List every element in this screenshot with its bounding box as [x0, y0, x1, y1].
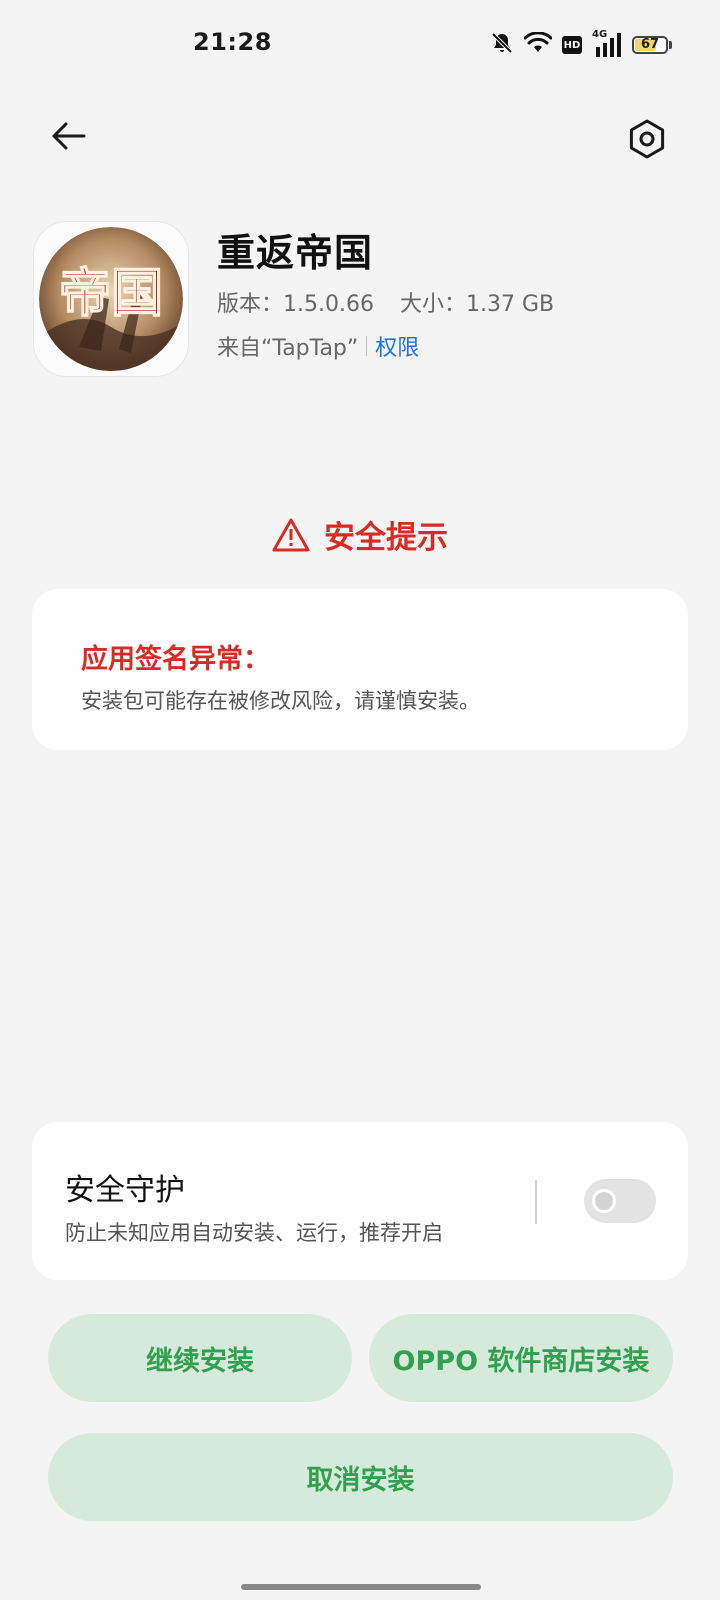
wifi-icon: [523, 31, 553, 58]
app-meta: 版本：1.5.0.66 大小：1.37 GB: [217, 286, 554, 318]
app-source-row: 来自“TapTap” 权限: [217, 330, 419, 362]
arrow-left-icon: [52, 122, 86, 150]
source-divider: [366, 336, 368, 356]
settings-button[interactable]: [620, 112, 674, 166]
permissions-link[interactable]: 权限: [375, 330, 419, 362]
home-indicator[interactable]: [241, 1584, 481, 1590]
security-guard-toggle[interactable]: [584, 1179, 656, 1223]
warning-triangle-icon: [272, 518, 310, 551]
hd-icon: HD: [562, 36, 582, 54]
security-warning-title: 安全提示: [324, 520, 448, 556]
cancel-install-button[interactable]: 取消安装: [48, 1433, 673, 1521]
security-guard-divider: [535, 1180, 537, 1224]
app-icon-art: 帝国: [39, 227, 183, 371]
app-size: 大小：1.37 GB: [399, 292, 555, 317]
app-version: 版本：1.5.0.66: [217, 292, 374, 317]
battery-icon: 67: [632, 36, 672, 54]
signature-warning-card: 应用签名异常： 安装包可能存在被修改风险，请谨慎安装。: [32, 589, 688, 750]
security-guard-card: 安全守护 防止未知应用自动安装、运行，推荐开启: [32, 1122, 688, 1280]
bell-muted-icon: [490, 31, 514, 59]
back-button[interactable]: [44, 112, 92, 160]
app-name: 重返帝国: [217, 231, 374, 275]
security-guard-desc: 防止未知应用自动安装、运行，推荐开启: [65, 1221, 443, 1245]
security-warning-heading: 安全提示: [0, 512, 720, 557]
status-time: 21:28: [193, 28, 272, 56]
app-source: 来自“TapTap”: [217, 336, 359, 361]
hexagon-gear-icon: [629, 119, 665, 159]
app-icon: 帝国: [33, 221, 189, 377]
toggle-knob: [592, 1189, 616, 1213]
cell-signal-4g-icon: 4G: [592, 29, 622, 57]
continue-install-button[interactable]: 继续安装: [48, 1314, 352, 1402]
app-icon-text: 帝国: [59, 264, 163, 324]
battery-level: 67: [640, 37, 660, 52]
signature-warning-desc: 安装包可能存在被修改风险，请谨慎安装。: [81, 689, 480, 713]
security-guard-title: 安全守护: [65, 1173, 185, 1208]
signature-warning-title: 应用签名异常：: [81, 644, 270, 675]
store-install-button[interactable]: OPPO 软件商店安装: [369, 1314, 673, 1402]
status-icons: HD 4G 67: [490, 28, 672, 62]
